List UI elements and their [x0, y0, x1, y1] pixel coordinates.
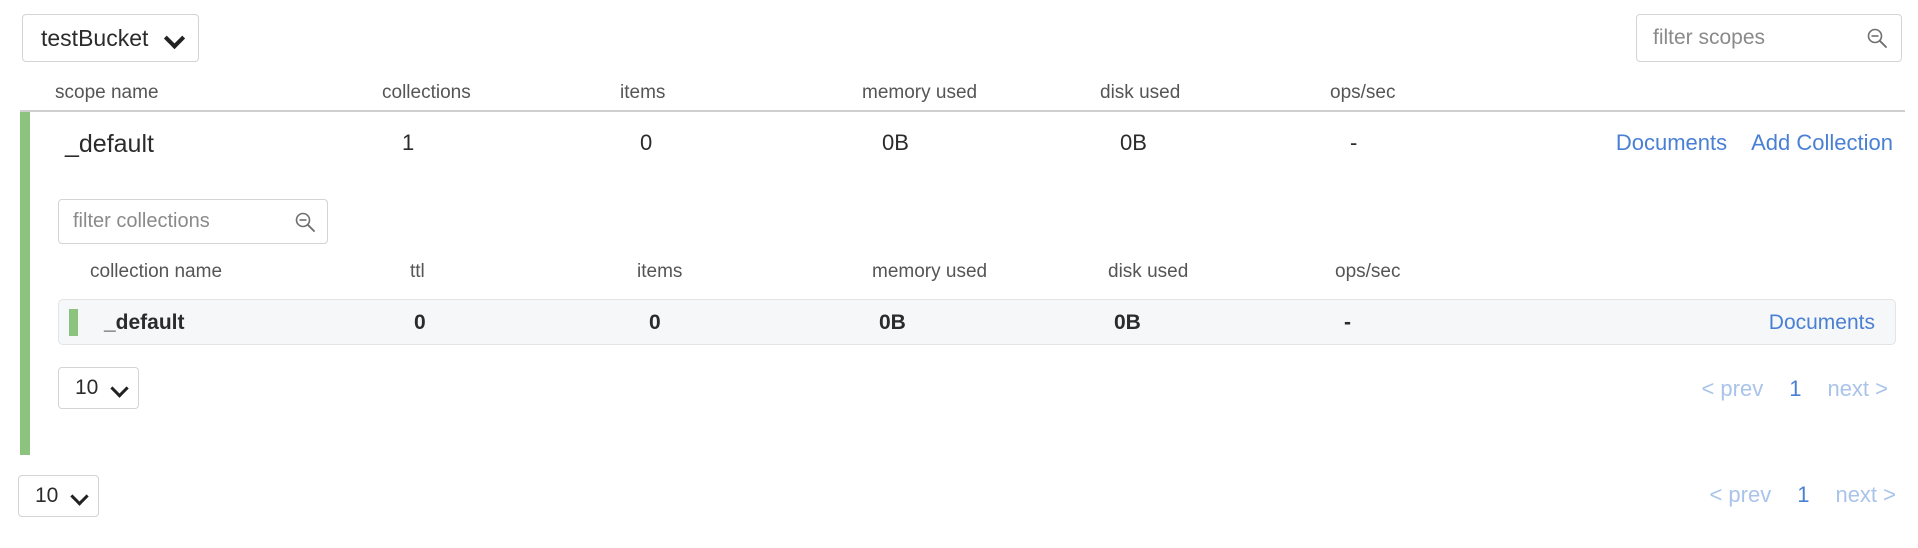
chevron-down-icon [166, 30, 182, 46]
filter-scopes-placeholder: filter scopes [1653, 26, 1766, 49]
collection-column-ops-sec: ops/sec [1335, 261, 1401, 282]
scope-name-value: _default [65, 130, 154, 158]
collection-items-value: 0 [649, 311, 661, 334]
filter-scopes-input[interactable]: filter scopes [1636, 14, 1902, 62]
collections-next-page-button[interactable]: next > [1827, 376, 1888, 402]
collection-disk-used-value: 0B [1114, 311, 1141, 334]
scope-row-actions: Documents Add Collection [1616, 130, 1893, 156]
scope-documents-link[interactable]: Documents [1616, 130, 1727, 156]
filter-collections-placeholder: filter collections [73, 210, 210, 232]
collection-ttl-value: 0 [414, 311, 426, 334]
scope-disk-used-value: 0B [1120, 130, 1147, 155]
collection-accent-bar [69, 309, 78, 336]
collections-page-number-1[interactable]: 1 [1789, 376, 1801, 402]
scope-table-header: scope name collections items memory used… [0, 82, 1918, 108]
collection-name-value: _default [104, 311, 185, 334]
collection-column-ttl: ttl [410, 261, 425, 282]
search-icon[interactable] [293, 210, 317, 234]
scopes-next-page-button[interactable]: next > [1835, 482, 1896, 508]
table-row[interactable]: _default 0 0 0B 0B - Documents [58, 299, 1896, 345]
scope-column-memory-used: memory used [862, 82, 978, 103]
chevron-down-icon [112, 381, 126, 395]
collections-pagination: < prev 1 next > [1701, 376, 1888, 402]
collection-column-items: items [637, 261, 683, 282]
collection-column-collection-name: collection name [90, 261, 223, 282]
top-toolbar: testBucket filter scopes [0, 14, 1918, 64]
collections-page-size-selector[interactable]: 10 [58, 367, 140, 409]
scopes-pagination: < prev 1 next > [1709, 482, 1896, 508]
collections-page-size-value: 10 [75, 376, 99, 399]
scope-column-disk-used: disk used [1100, 82, 1181, 103]
scopes-page-size-selector[interactable]: 10 [18, 475, 100, 517]
scope-column-scope-name: scope name [55, 82, 159, 103]
search-icon[interactable] [1865, 26, 1889, 50]
scope-collections-value: 1 [402, 130, 415, 155]
scope-memory-used-value: 0B [882, 130, 909, 155]
scopes-page-size-value: 10 [35, 484, 59, 507]
bucket-selector[interactable]: testBucket [22, 14, 200, 62]
filter-collections-input[interactable]: filter collections [58, 199, 328, 244]
collections-prev-page-button[interactable]: < prev [1701, 376, 1763, 402]
collection-ops-sec-value: - [1344, 311, 1351, 334]
scopes-page-number-1[interactable]: 1 [1797, 482, 1809, 508]
scope-column-collections: collections [382, 82, 471, 103]
collection-column-memory-used: memory used [872, 261, 988, 282]
bucket-selector-label: testBucket [41, 24, 149, 51]
scopes-prev-page-button[interactable]: < prev [1709, 482, 1771, 508]
scope-ops-sec-value: - [1350, 130, 1358, 155]
collection-documents-link[interactable]: Documents [1769, 311, 1875, 335]
scope-column-items: items [620, 82, 666, 103]
scope-items-value: 0 [640, 130, 653, 155]
collections-table-header: collection name ttl items memory used di… [0, 261, 1918, 285]
table-row[interactable]: _default 1 0 0B 0B - Documents Add Colle… [30, 112, 1905, 174]
scope-column-ops-sec: ops/sec [1330, 82, 1396, 103]
scope-add-collection-link[interactable]: Add Collection [1751, 130, 1893, 156]
collection-column-disk-used: disk used [1108, 261, 1189, 282]
chevron-down-icon [72, 489, 86, 503]
collection-memory-used-value: 0B [879, 311, 906, 334]
